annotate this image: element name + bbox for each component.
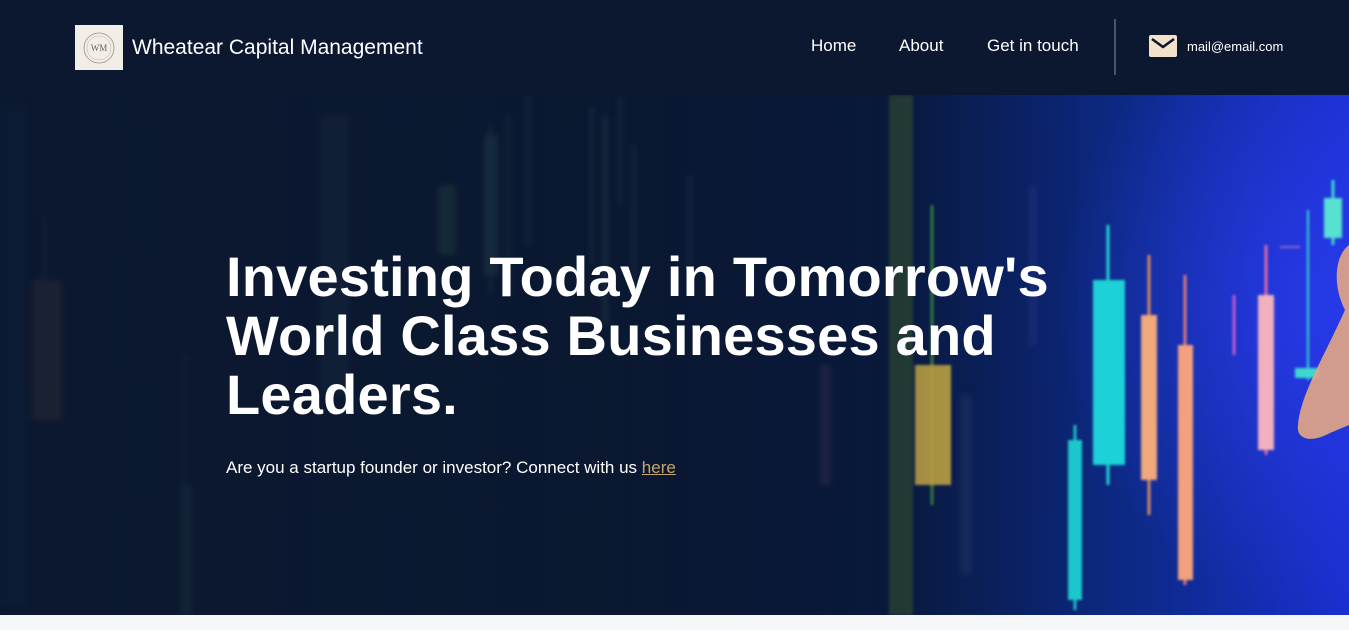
hero-content: Investing Today in Tomorrow's World Clas… (226, 247, 1086, 478)
contact-email[interactable]: mail@email.com (1187, 39, 1283, 54)
company-logo[interactable]: WM (75, 25, 123, 70)
logo-monogram: WM (91, 43, 108, 53)
contact-email-link[interactable]: mail@email.com (1149, 35, 1283, 57)
nav-get-in-touch[interactable]: Get in touch (987, 36, 1079, 56)
header-divider (1114, 19, 1116, 75)
site-header: WM Wheatear Capital Management Home Abou… (0, 0, 1349, 95)
nav-about[interactable]: About (899, 36, 943, 56)
envelope-icon (1149, 35, 1177, 57)
hero-title: Investing Today in Tomorrow's World Clas… (226, 245, 1049, 426)
hero-subtitle-text: Are you a startup founder or investor? C… (226, 458, 642, 477)
next-section-edge (0, 615, 1349, 630)
brand[interactable]: WM Wheatear Capital Management (75, 25, 423, 70)
hero-subtitle: Are you a startup founder or investor? C… (226, 458, 1086, 478)
connect-here-link[interactable]: here (642, 458, 676, 477)
page: WM Wheatear Capital Management Home Abou… (0, 0, 1349, 630)
nav-home[interactable]: Home (811, 36, 856, 56)
logo-emblem: WM (83, 32, 115, 63)
hero-section: Investing Today in Tomorrow's World Clas… (0, 95, 1349, 615)
brand-name[interactable]: Wheatear Capital Management (132, 36, 423, 60)
